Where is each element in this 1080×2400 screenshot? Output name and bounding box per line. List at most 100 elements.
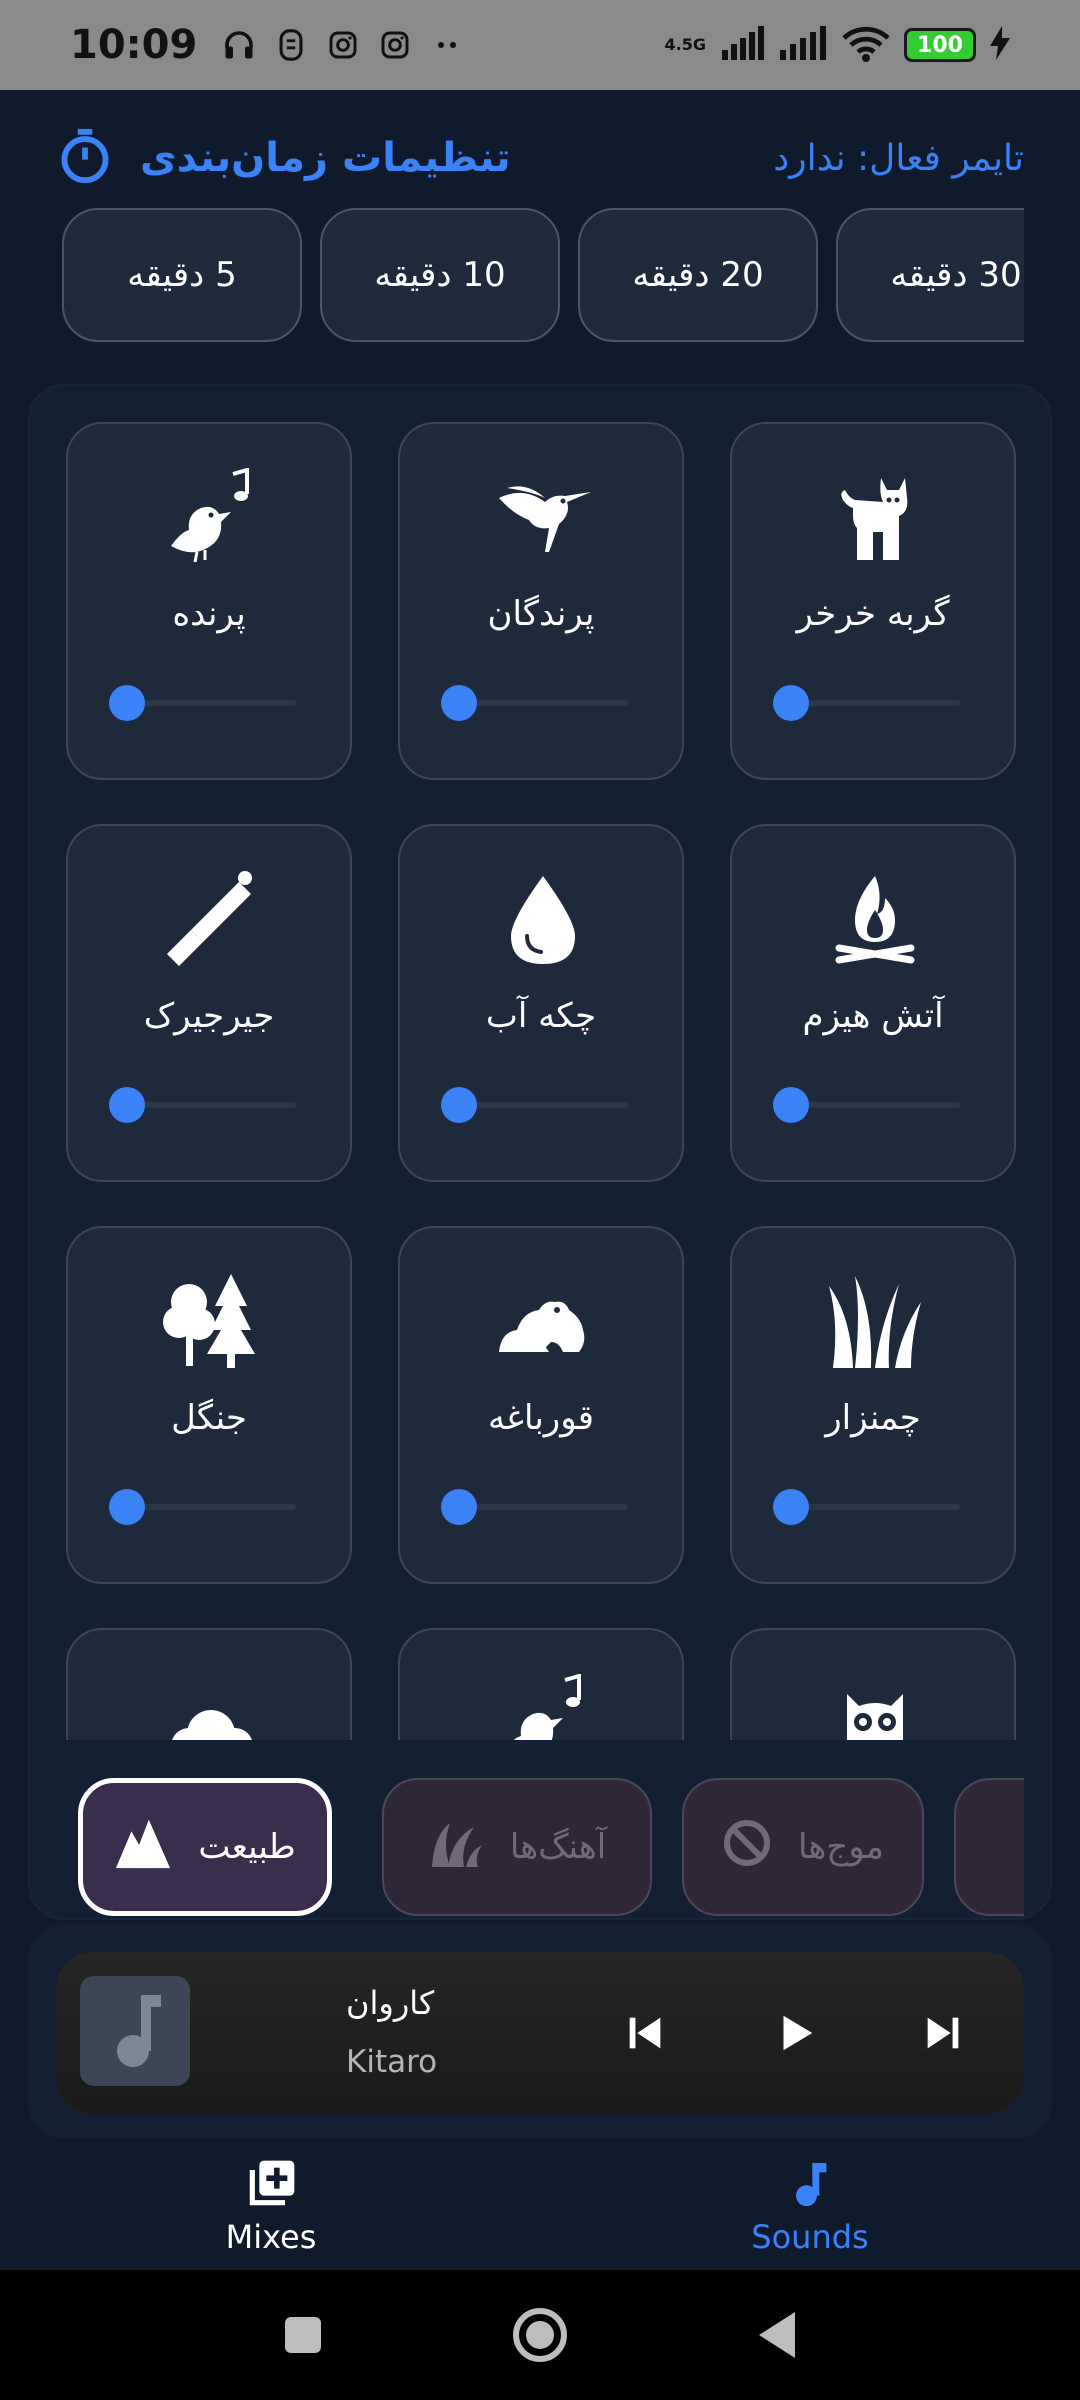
volume-slider-thumb[interactable] (109, 1489, 145, 1525)
volume-slider-thumb[interactable] (109, 685, 145, 721)
sound-panel: گربه خرخر پرندگان پرنده آتش هیزم چکه آب … (28, 384, 1052, 1920)
leaves-icon (428, 1815, 484, 1880)
sound-label: چکه آب (485, 996, 597, 1036)
album-art (80, 1976, 190, 2086)
volume-slider-thumb[interactable] (773, 1489, 809, 1525)
block-icon (722, 1818, 772, 1877)
nav-mixes[interactable]: Mixes (151, 2156, 391, 2270)
timer-option-20[interactable]: 20 دقیقه (578, 208, 818, 342)
volume-slider[interactable] (109, 1489, 296, 1525)
track-title: کاروان (346, 1984, 435, 2022)
charging-icon (990, 26, 1010, 64)
sound-card-grass[interactable]: چمنزار (730, 1226, 1016, 1584)
volume-slider[interactable] (441, 1489, 628, 1525)
previous-button[interactable] (610, 1998, 680, 2068)
volume-slider-thumb[interactable] (109, 1087, 145, 1123)
track-artist: Kitaro (346, 2044, 438, 2080)
tab-label: طبیعت (198, 1827, 296, 1867)
volume-slider[interactable] (109, 685, 296, 721)
play-button[interactable] (760, 1998, 830, 2068)
tab-nature[interactable]: طبیعت (78, 1778, 332, 1916)
frog-icon (493, 1272, 593, 1372)
volume-slider[interactable] (773, 1087, 960, 1123)
timer-option-10[interactable]: 10 دقیقه (320, 208, 560, 342)
active-timer-status: تایمر فعال: ندارد (773, 137, 1024, 179)
category-tabs: طبیعت آهنگ‌ها موج‌ها (70, 1770, 1024, 1920)
volume-slider[interactable] (109, 1087, 296, 1123)
music-note-icon (105, 1991, 165, 2071)
volume-slider[interactable] (773, 1489, 960, 1525)
music-note-icon (782, 2156, 838, 2212)
recent-apps-button[interactable] (268, 2300, 338, 2370)
tab-label: موج‌ها (798, 1827, 885, 1867)
owl-icon (825, 1674, 925, 1740)
volume-slider-thumb[interactable] (441, 685, 477, 721)
tab-label: آهنگ‌ها (509, 1827, 607, 1867)
sound-label: آتش هیزم (802, 996, 944, 1036)
sound-grid[interactable]: گربه خرخر پرندگان پرنده آتش هیزم چکه آب … (30, 422, 1054, 1740)
timer-option-5[interactable]: 5 دقیقه (62, 208, 302, 342)
more-notifications-icon (427, 25, 467, 65)
back-button[interactable] (742, 2300, 812, 2370)
sound-card-bird[interactable]: پرنده (66, 422, 352, 780)
nav-label: Sounds (751, 2218, 869, 2256)
notification-icon (271, 25, 311, 65)
volume-slider-thumb[interactable] (773, 1087, 809, 1123)
bird-song-icon (493, 1673, 593, 1740)
system-navigation-bar (0, 2270, 1080, 2400)
status-bar: 10:09 4.5G 100 (0, 0, 1080, 90)
sound-label: پرنده (172, 594, 246, 634)
network-type: 4.5G (664, 35, 706, 54)
campfire-icon (825, 870, 925, 970)
volume-slider-thumb[interactable] (441, 1489, 477, 1525)
cricket-bat-icon (161, 870, 261, 970)
sound-label: گربه خرخر (796, 594, 950, 634)
sound-label: جیرجیرک (143, 996, 275, 1036)
status-time: 10:09 (70, 22, 198, 68)
sound-card-bird-song[interactable] (398, 1628, 684, 1740)
timer-icon[interactable] (56, 127, 114, 189)
sound-label: چمنزار (825, 1398, 921, 1438)
headphones-icon (219, 25, 259, 65)
sound-card-birds[interactable]: پرندگان (398, 422, 684, 780)
next-button[interactable] (908, 1998, 978, 2068)
battery-indicator: 100 (904, 28, 976, 62)
instagram-icon (323, 25, 363, 65)
cloud-icon (161, 1674, 261, 1740)
forest-icon (161, 1272, 261, 1372)
sound-card-owl[interactable] (730, 1628, 1016, 1740)
sound-label: پرندگان (487, 594, 595, 634)
sound-card-water-drop[interactable]: چکه آب (398, 824, 684, 1182)
home-button[interactable] (505, 2300, 575, 2370)
cat-icon (825, 468, 925, 568)
tab-songs[interactable]: آهنگ‌ها (382, 1778, 652, 1916)
nav-sounds[interactable]: Sounds (690, 2156, 930, 2270)
sound-label: جنگل (171, 1398, 247, 1438)
tab-waves[interactable]: موج‌ها (682, 1778, 924, 1916)
volume-slider[interactable] (441, 1087, 628, 1123)
sound-card-cat[interactable]: گربه خرخر (730, 422, 1016, 780)
tab-more[interactable] (954, 1778, 1024, 1916)
add-library-icon (243, 2156, 299, 2212)
sound-card-frog[interactable]: قورباغه (398, 1226, 684, 1584)
volume-slider[interactable] (773, 685, 960, 721)
sound-label: قورباغه (487, 1398, 595, 1438)
volume-slider[interactable] (441, 685, 628, 721)
sound-card-cloud[interactable] (66, 1628, 352, 1740)
mini-player-container: کاروان Kitaro (28, 1924, 1052, 2138)
sound-card-campfire[interactable]: آتش هیزم (730, 824, 1016, 1182)
water-drop-icon (493, 870, 593, 970)
timer-option-30[interactable]: 30 دقیقه (836, 208, 1024, 342)
volume-slider-thumb[interactable] (773, 685, 809, 721)
sound-card-forest[interactable]: جنگل (66, 1226, 352, 1584)
volume-slider-thumb[interactable] (441, 1087, 477, 1123)
sound-card-cricket[interactable]: جیرجیرک (66, 824, 352, 1182)
timer-header: تنظیمات زمان‌بندی تایمر فعال: ندارد (56, 118, 1024, 198)
nav-label: Mixes (225, 2218, 317, 2256)
hummingbird-icon (493, 468, 593, 568)
signal-icon (778, 26, 828, 64)
timer-settings-title: تنظیمات زمان‌بندی (140, 135, 511, 181)
mini-player[interactable]: کاروان Kitaro (56, 1952, 1024, 2114)
bird-song-icon (161, 467, 261, 568)
grass-icon (825, 1272, 925, 1372)
